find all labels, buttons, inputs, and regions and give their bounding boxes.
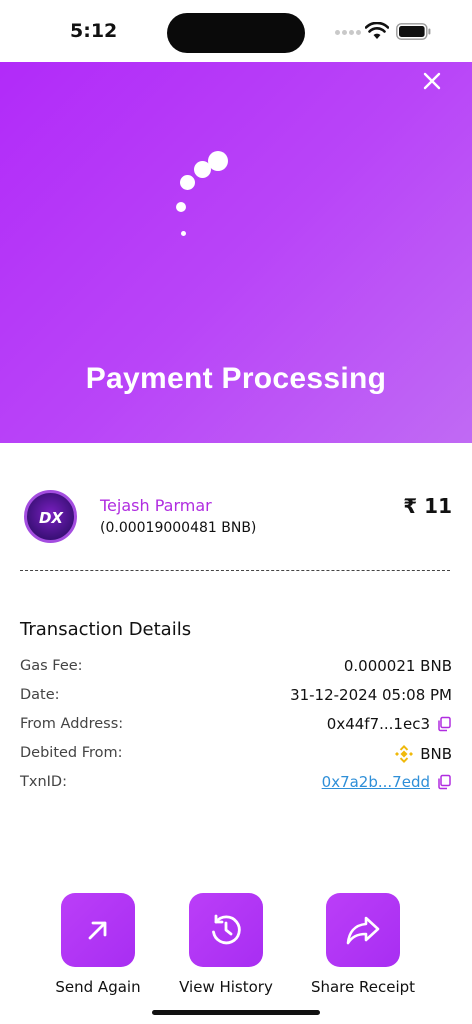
home-indicator bbox=[152, 1010, 320, 1015]
bnb-icon bbox=[395, 745, 414, 763]
copy-icon[interactable] bbox=[436, 774, 452, 790]
view-history-button[interactable]: View History bbox=[166, 893, 286, 1003]
send-again-label: Send Again bbox=[55, 978, 141, 996]
from-address-label: From Address: bbox=[20, 716, 124, 732]
date-value: 31-12-2024 05:08 PM bbox=[290, 686, 452, 704]
from-address-text: 0x44f7...1ec3 bbox=[326, 715, 430, 733]
share-receipt-button[interactable]: Share Receipt bbox=[303, 893, 423, 1003]
wifi-icon bbox=[365, 22, 389, 39]
txnid-value: 0x7a2b...7edd bbox=[322, 773, 452, 791]
share-receipt-label: Share Receipt bbox=[310, 978, 416, 996]
copy-icon[interactable] bbox=[436, 716, 452, 732]
status-bar: 5:12 bbox=[0, 0, 472, 62]
close-icon[interactable] bbox=[420, 69, 444, 93]
from-address-value: 0x44f7...1ec3 bbox=[327, 715, 452, 733]
divider bbox=[20, 570, 450, 571]
svg-text:DX: DX bbox=[39, 509, 64, 527]
history-icon bbox=[212, 914, 241, 945]
debited-from-label: Debited From: bbox=[20, 745, 123, 761]
battery-icon bbox=[396, 23, 431, 40]
crypto-amount: (0.00019000481 BNB) bbox=[100, 520, 257, 536]
view-history-label: View History bbox=[179, 978, 273, 996]
status-time: 5:12 bbox=[70, 20, 118, 42]
fiat-amount: ₹ 11 bbox=[403, 494, 452, 518]
loading-spinner-icon bbox=[168, 148, 232, 240]
signal-icon bbox=[335, 30, 361, 36]
share-receipt-tile[interactable] bbox=[326, 893, 400, 967]
share-icon bbox=[346, 916, 380, 945]
gas-fee-label: Gas Fee: bbox=[20, 658, 83, 674]
gas-fee-text: 0.000021 BNB bbox=[343, 657, 452, 675]
page-title: Payment Processing bbox=[85, 362, 387, 395]
date-label: Date: bbox=[20, 687, 60, 703]
arrow-up-right-icon bbox=[88, 921, 107, 940]
dynamic-island bbox=[167, 13, 305, 53]
avatar: DX bbox=[24, 490, 77, 543]
txnid-link[interactable]: 0x7a2b...7edd bbox=[322, 773, 430, 791]
debited-from-text: BNB bbox=[420, 745, 452, 763]
transaction-details-title: Transaction Details bbox=[20, 619, 192, 640]
date-text: 31-12-2024 05:08 PM bbox=[290, 686, 452, 704]
debited-from-value: BNB bbox=[394, 744, 452, 764]
send-again-tile[interactable] bbox=[61, 893, 135, 967]
send-again-button[interactable]: Send Again bbox=[38, 893, 158, 1003]
view-history-tile[interactable] bbox=[189, 893, 263, 967]
recipient-name: Tejash Parmar bbox=[100, 496, 212, 515]
txnid-label: TxnID: bbox=[20, 774, 67, 790]
gas-fee-value: 0.000021 BNB bbox=[344, 657, 452, 675]
dx-logo-icon: DX bbox=[39, 509, 64, 527]
